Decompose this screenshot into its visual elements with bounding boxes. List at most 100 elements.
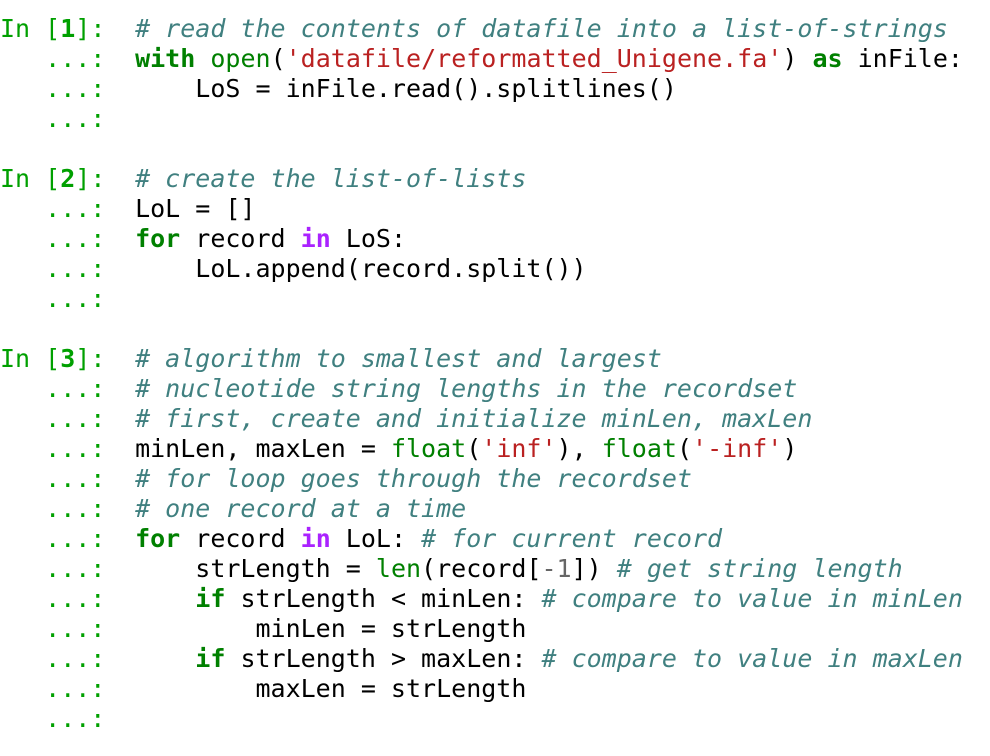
input-cell-1[interactable]: In [1]: # read the contents of datafile … bbox=[0, 14, 990, 134]
prompt-number: 1 bbox=[60, 14, 76, 43]
continuation-marker: ...: bbox=[0, 704, 106, 733]
code-line: ...: # one record at a time bbox=[0, 494, 990, 524]
code-line: ...: # first, create and initialize minL… bbox=[0, 404, 990, 434]
code-token: -1 bbox=[541, 554, 572, 583]
prompt-bracket-open: [ bbox=[30, 164, 61, 193]
code-token: ( bbox=[466, 434, 482, 463]
code-token: # nucleotide string lengths in the recor… bbox=[135, 374, 798, 403]
input-cell-3[interactable]: In [3]: # algorithm to smallest and larg… bbox=[0, 344, 990, 734]
code-text[interactable] bbox=[120, 284, 135, 313]
code-line: ...: maxLen = strLength bbox=[0, 674, 990, 704]
code-text[interactable]: # nucleotide string lengths in the recor… bbox=[120, 374, 797, 403]
code-line: ...: LoS = inFile.read().splitlines() bbox=[0, 74, 990, 104]
code-token: # for loop goes through the recordset bbox=[135, 464, 692, 493]
code-token: if bbox=[195, 644, 226, 673]
code-line: ...: minLen = strLength bbox=[0, 614, 990, 644]
code-text[interactable]: if strLength < minLen: # compare to valu… bbox=[120, 584, 963, 613]
code-token: ]) bbox=[571, 554, 617, 583]
code-text[interactable]: # first, create and initialize minLen, m… bbox=[120, 404, 812, 433]
code-line: ...: # nucleotide string lengths in the … bbox=[0, 374, 990, 404]
prompt-bracket-close: ]: bbox=[75, 164, 106, 193]
continuation-marker: ...: bbox=[0, 674, 106, 703]
code-text[interactable] bbox=[120, 104, 135, 133]
input-cell-2[interactable]: In [2]: # create the list-of-lists ...: … bbox=[0, 164, 990, 314]
code-token: 'datafile/reformatted_Unigene.fa' bbox=[285, 44, 783, 73]
code-token: open bbox=[210, 44, 271, 73]
code-token: ) bbox=[782, 44, 813, 73]
code-text[interactable]: # read the contents of datafile into a l… bbox=[120, 14, 948, 43]
code-text[interactable]: minLen = strLength bbox=[120, 614, 526, 643]
code-text[interactable] bbox=[120, 704, 135, 733]
prompt-in-label: In bbox=[0, 14, 31, 43]
code-text[interactable]: # one record at a time bbox=[120, 494, 466, 523]
code-text[interactable]: if strLength > maxLen: # compare to valu… bbox=[120, 644, 963, 673]
code-text[interactable]: # algorithm to smallest and largest bbox=[120, 344, 662, 373]
prompt-number: 3 bbox=[60, 344, 76, 373]
code-token: # first, create and initialize minLen, m… bbox=[135, 404, 813, 433]
continuation-prompt: ...: bbox=[0, 404, 120, 434]
code-line: In [1]: # read the contents of datafile … bbox=[0, 14, 990, 44]
code-line: ...: minLen, maxLen = float('inf'), floa… bbox=[0, 434, 990, 464]
continuation-marker: ...: bbox=[0, 74, 106, 103]
code-line: ...: bbox=[0, 704, 990, 734]
continuation-prompt: ...: bbox=[0, 104, 120, 134]
code-text[interactable]: for record in LoL: # for current record bbox=[120, 524, 722, 553]
code-token: ), bbox=[556, 434, 602, 463]
continuation-prompt: ...: bbox=[0, 194, 120, 224]
continuation-prompt: ...: bbox=[0, 44, 120, 74]
code-text[interactable]: # create the list-of-lists bbox=[120, 164, 526, 193]
code-token: for bbox=[135, 224, 181, 253]
code-text[interactable]: strLength = len(record[-1]) # get string… bbox=[120, 554, 903, 583]
code-token: # get string length bbox=[616, 554, 903, 583]
code-text[interactable]: minLen, maxLen = float('inf'), float('-i… bbox=[120, 434, 797, 463]
continuation-prompt: ...: bbox=[0, 494, 120, 524]
code-token: in bbox=[300, 224, 331, 253]
code-token: '-inf' bbox=[692, 434, 783, 463]
prompt-bracket-close: ]: bbox=[75, 344, 106, 373]
code-text[interactable]: LoL = [] bbox=[120, 194, 255, 223]
code-text[interactable]: LoL.append(record.split()) bbox=[120, 254, 587, 283]
prompt-in-label: In bbox=[0, 164, 31, 193]
code-token: record bbox=[180, 524, 301, 553]
code-text[interactable]: # for loop goes through the recordset bbox=[120, 464, 692, 493]
code-token: # one record at a time bbox=[135, 494, 467, 523]
continuation-prompt: ...: bbox=[0, 674, 120, 704]
code-token: # compare to value in maxLen bbox=[541, 644, 963, 673]
code-line: ...: if strLength > maxLen: # compare to… bbox=[0, 644, 990, 674]
code-line: In [3]: # algorithm to smallest and larg… bbox=[0, 344, 990, 374]
input-prompt: In [1]: bbox=[0, 14, 120, 44]
code-token: LoS: bbox=[330, 224, 407, 253]
code-token: # compare to value in minLen bbox=[541, 584, 963, 613]
code-line: ...: bbox=[0, 104, 990, 134]
continuation-marker: ...: bbox=[0, 224, 106, 253]
continuation-marker: ...: bbox=[0, 494, 106, 523]
continuation-marker: ...: bbox=[0, 644, 106, 673]
continuation-marker: ...: bbox=[0, 374, 106, 403]
code-token: float bbox=[601, 434, 677, 463]
continuation-marker: ...: bbox=[0, 104, 106, 133]
code-text[interactable]: for record in LoS: bbox=[120, 224, 406, 253]
code-token: record bbox=[180, 224, 301, 253]
code-token: float bbox=[390, 434, 467, 463]
code-token: ) bbox=[782, 434, 798, 463]
code-text[interactable]: LoS = inFile.read().splitlines() bbox=[120, 74, 677, 103]
continuation-prompt: ...: bbox=[0, 224, 120, 254]
code-token: ( bbox=[270, 44, 286, 73]
input-prompt: In [2]: bbox=[0, 164, 120, 194]
continuation-prompt: ...: bbox=[0, 584, 120, 614]
cell-separator bbox=[0, 134, 990, 164]
code-text[interactable]: with open('datafile/reformatted_Unigene.… bbox=[120, 44, 963, 73]
code-line: ...: with open('datafile/reformatted_Uni… bbox=[0, 44, 990, 74]
code-token: # read the contents of datafile into a l… bbox=[135, 14, 948, 43]
continuation-prompt: ...: bbox=[0, 374, 120, 404]
prompt-bracket-open: [ bbox=[30, 344, 61, 373]
continuation-marker: ...: bbox=[0, 404, 106, 433]
continuation-marker: ...: bbox=[0, 584, 106, 613]
code-token: LoL.append(record.split()) bbox=[135, 254, 587, 283]
code-line: ...: strLength = len(record[-1]) # get s… bbox=[0, 554, 990, 584]
code-token: 'inf' bbox=[481, 434, 557, 463]
code-token: inFile: bbox=[842, 44, 963, 73]
code-text[interactable]: maxLen = strLength bbox=[120, 674, 526, 703]
ipython-console[interactable]: In [1]: # read the contents of datafile … bbox=[0, 14, 990, 734]
